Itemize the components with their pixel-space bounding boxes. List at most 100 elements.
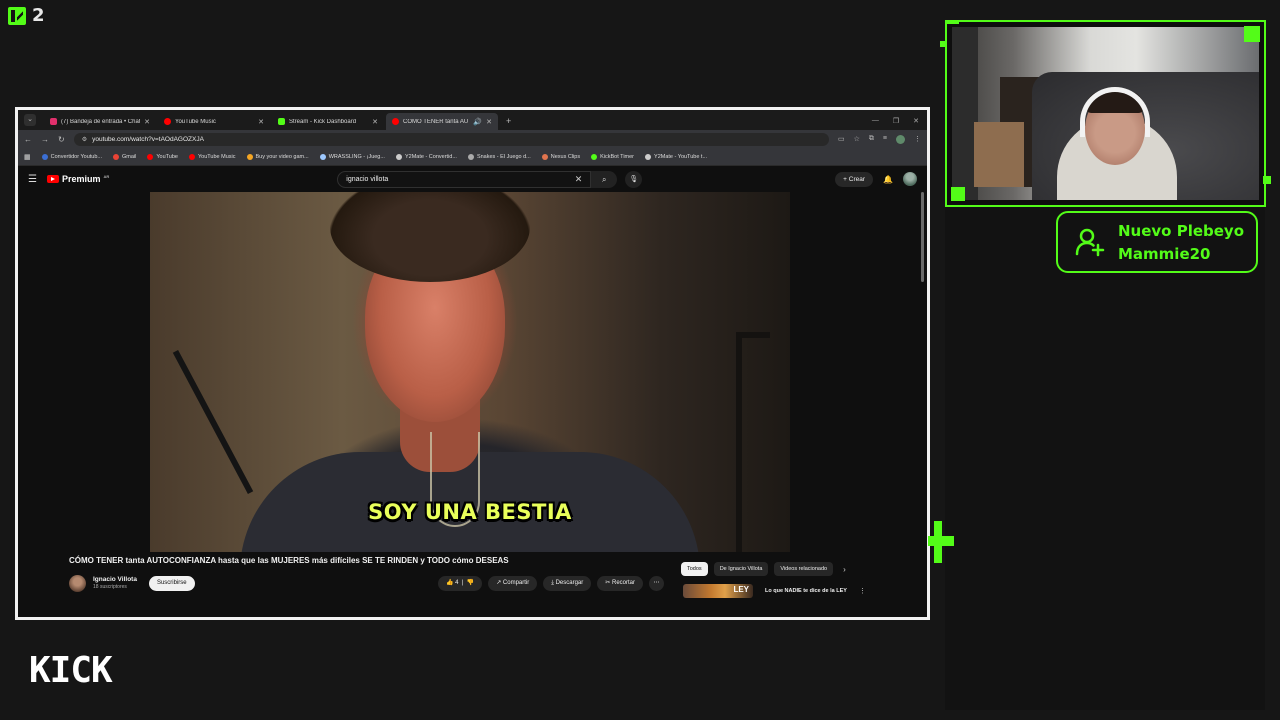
tab-youtube-video[interactable]: CÓMO TENER tanta AUTOC 🔊 ✕ — [386, 113, 498, 130]
create-button[interactable]: + Crear — [835, 171, 874, 187]
profile-avatar[interactable] — [896, 134, 905, 144]
decor-square — [1263, 176, 1271, 184]
clip-button[interactable]: ✂ Recortar — [597, 575, 643, 591]
thumbs-up-icon: 👍 — [446, 579, 454, 586]
bookmark-item[interactable]: YouTube Music — [189, 153, 236, 160]
kick-icon — [591, 153, 598, 160]
mic-arm — [172, 349, 254, 495]
bookmarks-bar: ▦ Convertidor Youtub... Gmail YouTube Yo… — [18, 148, 927, 166]
alert-title: Nuevo Plebeyo — [1118, 221, 1245, 240]
recommendation-title[interactable]: Lo que NADIE te dice de la LEY — [765, 588, 847, 594]
tab-bar: ⌄ (7) Bandeja de entrada • Chats ✕ YouTu… — [18, 110, 927, 130]
bookmark-item[interactable]: Nexus Clips — [541, 153, 580, 160]
recommendation-thumbnail[interactable]: LEY — [683, 584, 753, 598]
tab-title: YouTube Music — [175, 118, 216, 125]
apps-icon[interactable]: ▦ — [24, 153, 31, 161]
green-plus-decor — [928, 521, 954, 563]
hamburger-menu-icon[interactable]: ☰ — [28, 174, 37, 185]
youtube-icon — [392, 118, 399, 125]
bookmark-item[interactable]: YouTube — [147, 153, 178, 160]
youtube-logo[interactable]: Premium AR — [46, 174, 109, 184]
bookmark-icon — [541, 153, 548, 160]
recommendation-item[interactable]: LEY Lo que NADIE te dice de la LEY ⋮ — [683, 584, 866, 598]
notifications-bell-icon[interactable]: 🔔 — [883, 175, 893, 184]
close-icon[interactable]: ✕ — [372, 118, 378, 126]
extensions-icon[interactable]: ⧉ — [869, 135, 874, 144]
address-bar: ← → ↻ ⚙ youtube.com/watch?v=tAOdAGOZXJA … — [18, 130, 927, 148]
bookmark-icon — [645, 153, 652, 160]
logo-text: Premium — [61, 174, 101, 184]
bookmark-icon — [319, 153, 326, 160]
back-icon[interactable]: ← — [24, 135, 32, 144]
more-options-icon[interactable]: ⋯ — [649, 575, 664, 591]
channel-name[interactable]: Ignacio Villota — [93, 576, 137, 583]
thumbs-down-icon[interactable]: 👎 — [467, 580, 474, 586]
close-icon[interactable]: ✕ — [486, 118, 492, 126]
minimize-icon[interactable]: — — [872, 117, 879, 125]
tab-title: CÓMO TENER tanta AUTOC — [403, 118, 469, 125]
download-button[interactable]: ⤓ Descargar — [543, 575, 592, 591]
new-tab-button[interactable]: + — [506, 116, 511, 126]
kick-wordmark: KICK — [29, 650, 113, 691]
bookmark-item[interactable]: WRASSLING - ¡Jueg... — [319, 153, 385, 160]
video-player[interactable]: SOY UNA BESTIA — [150, 192, 790, 552]
site-info-icon[interactable]: ⚙ — [82, 136, 87, 143]
thumbnail-text: LEY — [733, 585, 749, 594]
page-scrollbar[interactable] — [921, 192, 924, 282]
url-input[interactable]: ⚙ youtube.com/watch?v=tAOdAGOZXJA — [73, 132, 829, 146]
close-icon[interactable]: ✕ — [144, 118, 150, 126]
kick-icon — [278, 118, 285, 125]
browser-window: ⌄ (7) Bandeja de entrada • Chats ✕ YouTu… — [15, 107, 930, 620]
bookmark-icon — [467, 153, 474, 160]
search-icon[interactable]: ⌕ — [591, 170, 618, 188]
menu-icon[interactable]: ⋮ — [914, 135, 921, 144]
microphone-icon[interactable]: 🎙 — [625, 170, 643, 188]
more-vert-icon[interactable]: ⋮ — [859, 587, 866, 595]
tab-title: (7) Bandeja de entrada • Chats — [61, 118, 141, 125]
like-button[interactable]: 👍 4 | 👎 — [438, 575, 483, 591]
address-actions: ▭ ☆ ⧉ ≡ ⋮ — [838, 134, 921, 144]
maximize-icon[interactable]: ❐ — [893, 117, 899, 125]
reload-icon[interactable]: ↻ — [58, 135, 65, 144]
alert-username: Mammie20 — [1118, 244, 1211, 263]
tab-kick-dashboard[interactable]: Stream - Kick Dashboard ✕ — [272, 113, 384, 130]
youtube-play-icon — [46, 175, 59, 183]
bookmark-item[interactable]: Snakes - El Juego d... — [467, 153, 531, 160]
search-input[interactable]: ignacio villota ✕ — [337, 170, 592, 188]
share-button[interactable]: ↗ Compartir — [488, 575, 538, 591]
kick-logo-icon — [8, 6, 26, 25]
subscribe-button[interactable]: Suscribirse — [148, 575, 195, 591]
chip-from-channel[interactable]: De Ignacio Villota — [713, 562, 769, 576]
media-icon[interactable]: ≡ — [883, 135, 887, 144]
bookmark-item[interactable]: Y2Mate - Convertid... — [395, 153, 457, 160]
star-icon[interactable]: ☆ — [854, 135, 860, 144]
cardboard-box — [974, 122, 1024, 187]
bookmark-item[interactable]: Convertidor Youtub... — [41, 153, 102, 160]
bookmark-icon — [395, 153, 402, 160]
chevron-right-icon[interactable]: › — [843, 565, 846, 574]
bookmark-item[interactable]: Gmail — [113, 153, 136, 160]
bookmark-item[interactable]: Buy your video gam... — [246, 153, 309, 160]
bookmark-item[interactable]: Y2Mate - YouTube t... — [645, 153, 707, 160]
video-subtitle: SOY UNA BESTIA — [368, 500, 572, 524]
gmail-icon — [113, 153, 119, 160]
download-icon: ⤓ — [551, 579, 554, 586]
cast-icon[interactable]: ▭ — [838, 135, 845, 144]
chip-all[interactable]: Todos — [681, 562, 708, 576]
frame-corner — [945, 20, 959, 24]
bookmark-item[interactable]: KickBot Timer — [591, 153, 634, 160]
tab-youtube-music[interactable]: YouTube Music ✕ — [158, 113, 270, 130]
tab-instagram[interactable]: (7) Bandeja de entrada • Chats ✕ — [44, 113, 156, 130]
close-window-icon[interactable]: ✕ — [913, 117, 919, 125]
share-icon: ↗ — [496, 579, 502, 586]
speaker-icon[interactable]: 🔊 — [473, 118, 482, 126]
close-icon[interactable]: ✕ — [258, 118, 264, 126]
channel-avatar[interactable] — [69, 574, 86, 592]
viewer-count: 2 — [32, 5, 45, 26]
tab-search-icon[interactable]: ⌄ — [24, 114, 36, 126]
clear-icon[interactable]: ✕ — [575, 174, 583, 185]
scissors-icon: ✂ — [605, 579, 611, 586]
chip-related[interactable]: Videos relacionado — [774, 562, 834, 576]
account-avatar[interactable] — [903, 172, 917, 186]
forward-icon[interactable]: → — [41, 135, 49, 144]
